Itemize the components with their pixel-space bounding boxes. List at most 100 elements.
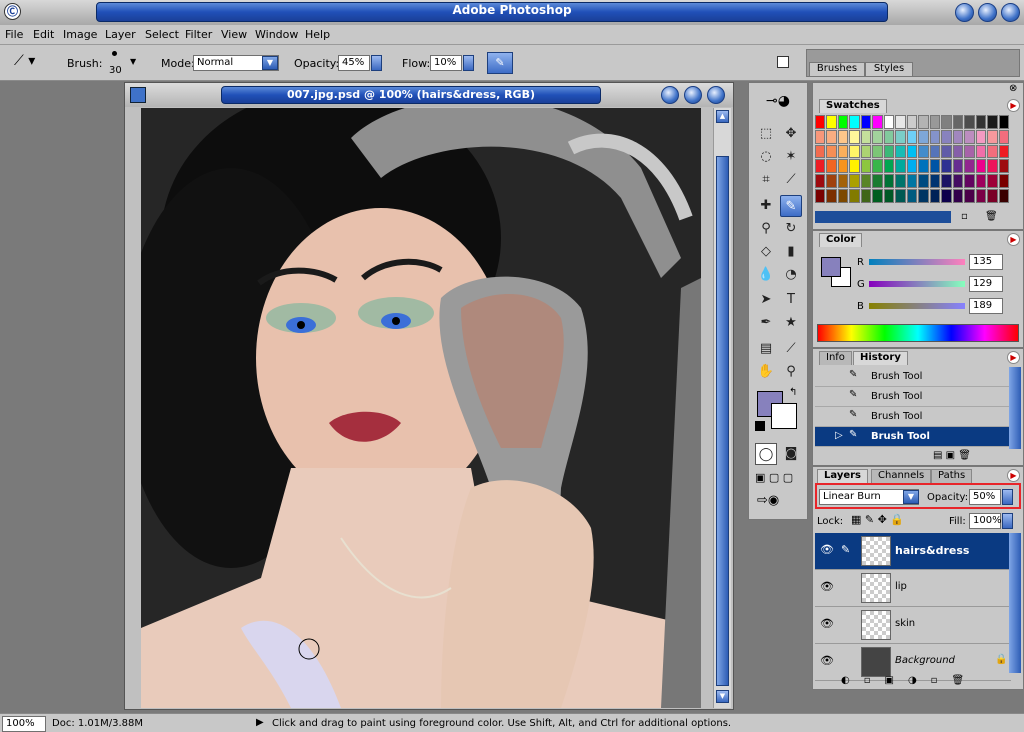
visibility-eye-icon[interactable]: 👁 [819,580,835,596]
visibility-eye-icon[interactable]: 👁 [819,654,835,670]
menu-edit[interactable]: Edit [33,28,54,41]
color-swatch[interactable] [815,129,826,144]
color-swatch[interactable] [964,144,975,159]
color-swatch[interactable] [883,174,895,189]
color-swatch[interactable] [987,174,998,189]
history-menu-button[interactable]: ▶ [1007,351,1020,364]
minimize-button[interactable] [955,3,974,22]
move-tool-icon[interactable]: ✥ [780,123,802,145]
dodge-tool-icon[interactable]: ◔ [780,264,802,286]
color-swatch[interactable] [918,189,929,203]
default-colors-icon[interactable] [755,421,765,431]
lock-icons[interactable]: ▦ ✎ ✥ 🔒 [851,513,904,526]
color-swatch[interactable] [918,129,929,144]
screen-mode-icons[interactable]: ▣ ▢ ▢ [755,471,801,487]
color-swatch[interactable] [837,174,849,189]
layer-row[interactable]: 👁 skin [815,607,1011,644]
color-swatch[interactable] [872,115,883,129]
color-swatch[interactable] [895,174,906,189]
history-scrollbar[interactable] [1009,367,1021,449]
color-swatch[interactable] [941,129,952,144]
menu-window[interactable]: Window [255,28,298,41]
tab-color[interactable]: Color [819,233,863,247]
color-swatch[interactable] [849,144,860,159]
b-slider[interactable] [869,303,965,309]
color-swatch[interactable] [872,159,883,174]
flow-input[interactable]: 10% [430,55,462,71]
doc-close-button[interactable] [707,86,725,104]
swatches-menu-button[interactable]: ▶ [1007,99,1020,112]
color-swatch[interactable] [929,174,941,189]
shape-tool-icon[interactable]: ★ [780,312,802,334]
opacity-input[interactable]: 45% [338,55,370,71]
color-swatch[interactable] [941,189,952,203]
fill-input[interactable]: 100% [969,513,1002,529]
color-swatch[interactable] [837,189,849,203]
color-swatch[interactable] [975,144,987,159]
color-swatch[interactable] [906,115,918,129]
color-swatch[interactable] [964,174,975,189]
history-item[interactable]: ✎ Brush Tool [815,387,1011,407]
layer-opacity-slider-button[interactable] [1002,489,1013,505]
color-fg-swatch[interactable] [821,257,841,277]
color-swatch[interactable] [964,189,975,203]
crop-tool-icon[interactable]: ⌗ [755,169,777,191]
eraser-tool-icon[interactable]: ◇ [755,241,777,263]
color-swatch[interactable] [952,129,964,144]
color-swatch[interactable] [918,144,929,159]
hand-tool-icon[interactable]: ✋ [755,361,777,383]
color-swatch[interactable] [906,129,918,144]
menu-image[interactable]: Image [63,28,97,41]
blur-tool-icon[interactable]: 💧 [755,264,777,286]
g-slider[interactable] [869,281,965,287]
lasso-tool-icon[interactable]: ◌ [755,146,777,168]
color-swatch[interactable] [906,174,918,189]
color-swatch[interactable] [998,189,1009,203]
close-button[interactable] [1001,3,1020,22]
opacity-slider-button[interactable] [371,55,382,71]
color-swatch[interactable] [872,144,883,159]
color-swatch[interactable] [849,129,860,144]
color-swatch[interactable] [952,144,964,159]
tab-brushes[interactable]: Brushes [809,62,865,77]
color-swatch[interactable] [815,159,826,174]
brush-preset-picker[interactable]: 30 ▼ [106,49,142,77]
color-swatch[interactable] [906,159,918,174]
color-swatch[interactable] [998,129,1009,144]
color-swatch[interactable] [918,174,929,189]
menu-layer[interactable]: Layer [105,28,136,41]
color-swatch[interactable] [975,159,987,174]
color-swatch[interactable] [987,129,998,144]
color-swatch[interactable] [860,129,872,144]
g-input[interactable]: 129 [969,276,1003,292]
color-swatch[interactable] [987,144,998,159]
color-swatch[interactable] [860,159,872,174]
color-swatch[interactable] [895,189,906,203]
history-item[interactable]: ✎ Brush Tool [815,407,1011,427]
clone-stamp-tool-icon[interactable]: ⚲ [755,218,777,240]
swap-colors-icon[interactable]: ↰ [789,387,797,398]
new-swatch-icon[interactable]: ▫ [961,211,968,222]
color-menu-button[interactable]: ▶ [1007,233,1020,246]
color-swatch[interactable] [860,189,872,203]
color-swatch[interactable] [952,159,964,174]
color-swatch[interactable] [987,115,998,129]
doc-minimize-button[interactable] [661,86,679,104]
color-swatch[interactable] [987,159,998,174]
marquee-tool-icon[interactable]: ⬚ [755,123,777,145]
color-swatch[interactable] [987,189,998,203]
layers-footer-icons[interactable]: ◐▫▣◑▫🗑 [841,675,1011,686]
history-item-active[interactable]: ▷ ✎ Brush Tool [815,427,1011,447]
color-swatch[interactable] [815,189,826,203]
delete-swatch-icon[interactable]: 🗑 [985,211,998,222]
layers-menu-button[interactable]: ▶ [1007,469,1020,482]
history-item[interactable]: ✎ Brush Tool [815,367,1011,387]
color-swatch[interactable] [837,129,849,144]
color-swatch[interactable] [941,115,952,129]
color-swatch[interactable] [975,129,987,144]
menu-help[interactable]: Help [305,28,330,41]
color-swatch[interactable] [895,129,906,144]
color-swatch[interactable] [837,144,849,159]
color-swatch[interactable] [952,189,964,203]
fill-slider-button[interactable] [1002,513,1013,529]
